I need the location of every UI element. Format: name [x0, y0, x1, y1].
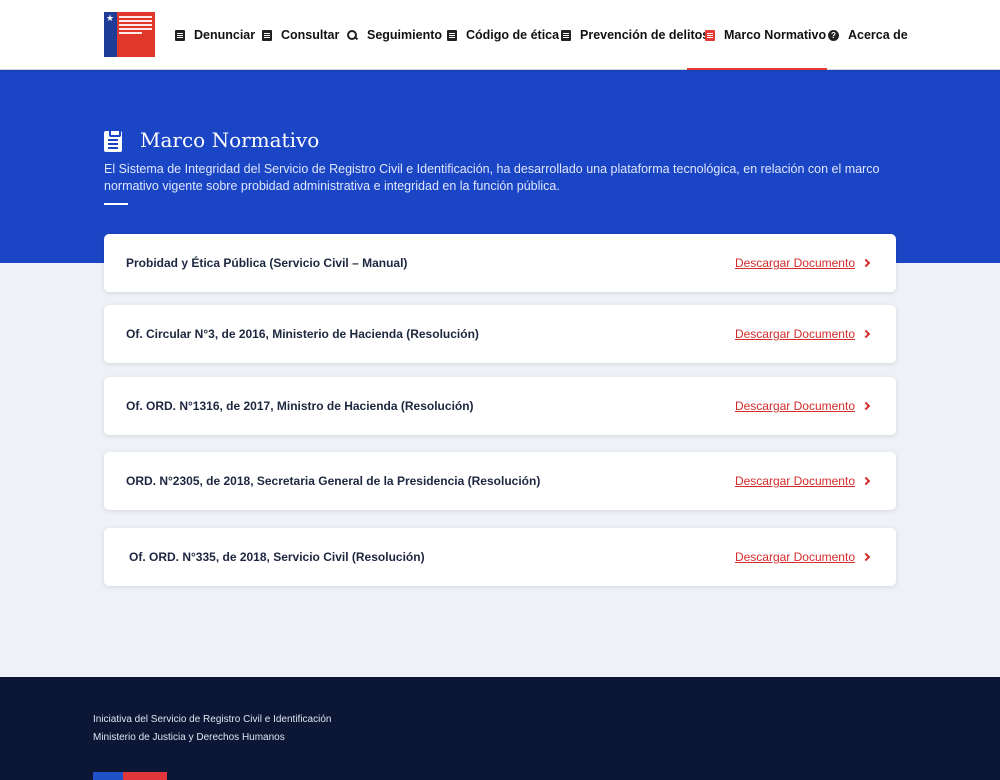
footer-initiative: Iniciativa del Servicio de Registro Civi… [93, 714, 332, 725]
download-document-link[interactable]: Descargar Documento [734, 528, 871, 586]
download-document-link[interactable]: Descargar Documento [734, 377, 871, 435]
book-icon [447, 29, 457, 41]
registro-civil-logo[interactable]: ★ [104, 12, 155, 57]
main-nav: Denunciar Consultar Seguimiento Código d… [175, 0, 1000, 70]
top-header: ★ Denunciar Consultar Seguimiento Código… [0, 0, 1000, 70]
download-label: Descargar Documento [734, 474, 855, 488]
download-label: Descargar Documento [734, 399, 855, 413]
download-label: Descargar Documento [734, 327, 855, 341]
document-card: Probidad y Ética Pública (Servicio Civil… [104, 234, 896, 292]
download-label: Descargar Documento [734, 256, 855, 270]
document-card: Of. Circular N°3, de 2016, Ministerio de… [104, 305, 896, 363]
chevron-right-icon [861, 258, 871, 268]
nav-item-codigo-etica[interactable]: Código de ética [447, 0, 559, 70]
document-title: Probidad y Ética Pública (Servicio Civil… [126, 256, 408, 270]
nav-item-consultar[interactable]: Consultar [262, 0, 339, 70]
chevron-right-icon [861, 552, 871, 562]
chevron-right-icon [861, 476, 871, 486]
document-title: ORD. N°2305, de 2018, Secretaria General… [126, 474, 541, 488]
page-title: Marco Normativo [140, 128, 320, 152]
download-document-link[interactable]: Descargar Documento [734, 452, 871, 510]
document-title: Of. ORD. N°335, de 2018, Servicio Civil … [129, 550, 425, 564]
help-icon: ? [828, 29, 839, 41]
list-icon [262, 29, 272, 41]
search-icon [347, 29, 358, 41]
document-title: Of. ORD. N°1316, de 2017, Ministro de Ha… [126, 399, 474, 413]
download-label: Descargar Documento [734, 550, 855, 564]
nav-label: Denunciar [194, 28, 256, 42]
title-divider [104, 203, 128, 205]
nav-label: Marco Normativo [724, 28, 827, 42]
nav-item-prevencion-delitos[interactable]: Prevención de delitos [561, 0, 709, 70]
nav-label: Acerca de [848, 28, 908, 42]
clipboard-icon [104, 129, 122, 152]
chevron-right-icon [861, 401, 871, 411]
list-icon [175, 29, 185, 41]
nav-item-seguimiento[interactable]: Seguimiento [347, 0, 442, 70]
document-title: Of. Circular N°3, de 2016, Ministerio de… [126, 327, 479, 341]
nav-label: Seguimiento [367, 28, 443, 42]
page-description: El Sistema de Integridad del Servicio de… [104, 162, 880, 193]
nav-item-denunciar[interactable]: Denunciar [175, 0, 255, 70]
document-card: ORD. N°2305, de 2018, Secretaria General… [104, 452, 896, 510]
document-card: Of. ORD. N°335, de 2018, Servicio Civil … [104, 528, 896, 586]
download-document-link[interactable]: Descargar Documento [734, 234, 871, 292]
clipboard-icon [705, 29, 715, 41]
book-icon [561, 29, 571, 41]
document-card: Of. ORD. N°1316, de 2017, Ministro de Ha… [104, 377, 896, 435]
flag-color-bar [93, 772, 167, 780]
nav-item-marco-normativo[interactable]: Marco Normativo [686, 0, 828, 70]
chevron-right-icon [861, 329, 871, 339]
page-footer: Iniciativa del Servicio de Registro Civi… [0, 677, 1000, 780]
nav-label: Código de ética [466, 28, 560, 42]
download-document-link[interactable]: Descargar Documento [734, 305, 871, 363]
footer-ministry: Ministerio de Justicia y Derechos Humano… [93, 732, 285, 743]
nav-item-acerca-de[interactable]: ? Acerca de [828, 0, 908, 70]
nav-label: Consultar [281, 28, 340, 42]
nav-label: Prevención de delitos [580, 28, 710, 42]
